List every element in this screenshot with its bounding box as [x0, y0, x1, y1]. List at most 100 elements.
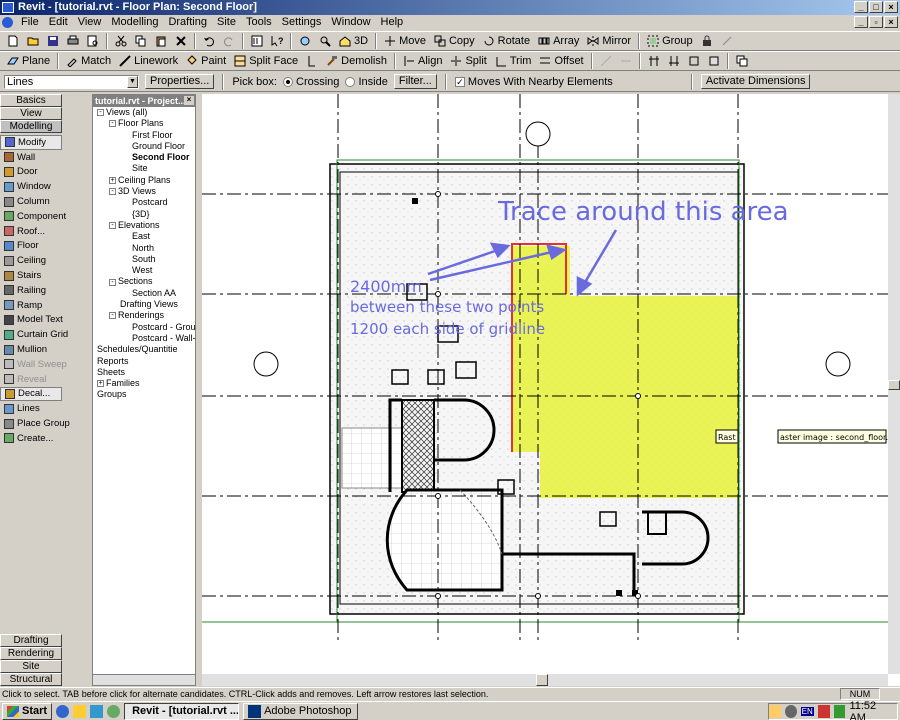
design-tool-decal[interactable]: Decal... — [0, 386, 62, 402]
tree-item[interactable]: South — [93, 254, 195, 265]
design-tool-door[interactable]: Door — [0, 165, 62, 180]
menu-edit[interactable]: Edit — [44, 15, 73, 30]
window-title-bar[interactable]: Revit - [tutorial.rvt - Floor Plan: Seco… — [0, 0, 900, 15]
collapse-icon[interactable]: - — [109, 120, 116, 128]
tree-item[interactable]: Section AA — [93, 288, 195, 299]
grid-head-bubble-left[interactable] — [253, 351, 279, 377]
tab-view[interactable]: View — [0, 107, 62, 120]
language-indicator[interactable]: EN — [800, 707, 814, 716]
expand-icon[interactable]: + — [109, 176, 116, 184]
inside-option[interactable]: Inside — [345, 76, 388, 88]
drawing-area[interactable]: Trace around this area 2400mm between th… — [202, 94, 900, 686]
design-tool-roof[interactable]: Roof... — [0, 224, 62, 239]
3d-view-button[interactable]: 3D — [336, 33, 371, 50]
tree-item[interactable]: Postcard - Grou — [93, 322, 196, 333]
grid-tool-3-button[interactable] — [685, 53, 703, 70]
ie-icon[interactable] — [56, 704, 70, 718]
start-button[interactable]: Start — [2, 702, 53, 720]
collapse-icon[interactable]: - — [109, 278, 116, 286]
tree-item[interactable]: {3D} — [93, 209, 195, 220]
revit-taskbar-button[interactable]: Revit - [tutorial.rvt ... — [124, 702, 240, 720]
linework-button[interactable]: Linework — [116, 53, 181, 70]
project-browser-title-bar[interactable]: tutorial.rvt - Project... × — [93, 95, 195, 107]
sync-icon[interactable] — [833, 705, 846, 718]
design-tool-place-group[interactable]: Place Group — [0, 416, 70, 431]
print-button[interactable] — [64, 33, 82, 50]
design-tool-wall-sweep[interactable]: Wall Sweep — [0, 357, 67, 372]
design-tool-floor[interactable]: Floor — [0, 239, 62, 254]
antivirus-icon[interactable] — [817, 705, 830, 718]
grid-tool-4-button[interactable] — [705, 53, 723, 70]
tree-item[interactable]: - Sections — [93, 276, 195, 287]
chevron-down-icon[interactable]: ▼ — [127, 75, 138, 88]
menu-settings[interactable]: Settings — [277, 15, 327, 30]
design-tool-ramp[interactable]: Ramp — [0, 298, 62, 313]
copy-clip-button[interactable] — [132, 33, 150, 50]
open-button[interactable] — [24, 33, 42, 50]
type-selector[interactable]: Lines ▼ — [4, 74, 139, 89]
menu-tools[interactable]: Tools — [241, 15, 277, 30]
tree-item[interactable]: + Ceiling Plans — [93, 175, 195, 186]
design-tool-mullion[interactable]: Mullion — [0, 342, 62, 357]
new-button[interactable] — [4, 33, 22, 50]
moves-with-nearby-checkbox[interactable]: ✓ — [454, 76, 465, 87]
rotate-pick-button[interactable] — [617, 53, 635, 70]
tree-item[interactable]: + Families — [93, 378, 195, 389]
speaker-icon[interactable] — [784, 705, 797, 718]
thin-lines-button[interactable] — [248, 33, 266, 50]
tab-site[interactable]: Site — [0, 660, 62, 673]
tree-item[interactable]: East — [93, 231, 195, 242]
group-button[interactable]: Group — [644, 33, 696, 50]
trim-button[interactable]: Trim — [492, 53, 535, 70]
revit-app-icon[interactable] — [2, 2, 14, 13]
collapse-icon[interactable]: - — [109, 312, 116, 320]
delete-button[interactable] — [172, 33, 190, 50]
vertical-scroll-thumb[interactable] — [888, 380, 900, 390]
save-button[interactable] — [44, 33, 62, 50]
design-tool-modify[interactable]: Modify — [0, 135, 62, 150]
rotate-button[interactable]: Rotate — [480, 33, 533, 50]
demolish-button[interactable]: Demolish — [323, 53, 390, 70]
tree-item[interactable]: Sheets — [93, 367, 195, 378]
menu-modelling[interactable]: Modelling — [106, 15, 163, 30]
tree-item[interactable]: Second Floor — [93, 152, 195, 163]
show-desktop-icon[interactable] — [90, 704, 104, 718]
tree-item[interactable]: Ground Floor — [93, 141, 195, 152]
tree-item[interactable]: Reports — [93, 356, 195, 367]
doc-close-button[interactable]: × — [884, 16, 898, 28]
copy-button[interactable]: Copy — [431, 33, 478, 50]
design-tool-stairs[interactable]: Stairs — [0, 268, 62, 283]
activate-dimensions-button[interactable]: Activate Dimensions — [700, 74, 811, 89]
properties-button[interactable]: Properties... — [145, 74, 215, 89]
tab-basics[interactable]: Basics — [0, 94, 62, 107]
menu-drafting[interactable]: Drafting — [163, 15, 212, 30]
menu-help[interactable]: Help — [376, 15, 409, 30]
network-icon[interactable] — [769, 705, 781, 718]
collapse-icon[interactable]: - — [97, 109, 104, 117]
collapse-icon[interactable]: - — [109, 188, 116, 196]
collapse-icon[interactable]: - — [109, 222, 116, 230]
copy-clipboard-tool-button[interactable] — [733, 53, 751, 70]
photoshop-taskbar-button[interactable]: Adobe Photoshop — [243, 702, 359, 720]
document-icon[interactable] — [2, 17, 13, 28]
design-tool-lines[interactable]: Lines — [0, 401, 62, 416]
horizontal-scroll-thumb[interactable] — [536, 674, 548, 686]
design-tool-component[interactable]: Component — [0, 209, 66, 224]
grid-head-bubble-right[interactable] — [825, 351, 851, 377]
tree-item[interactable]: First Floor — [93, 130, 195, 141]
crossing-radio[interactable] — [282, 76, 293, 87]
minimize-button[interactable]: _ — [854, 1, 868, 13]
print-preview-button[interactable] — [84, 33, 102, 50]
plane-button[interactable]: Plane — [4, 53, 53, 70]
design-tool-model-text[interactable]: Model Text — [0, 313, 63, 328]
zoom-button[interactable] — [316, 33, 334, 50]
design-tool-create[interactable]: Create... — [0, 431, 62, 446]
split-button[interactable]: Split — [447, 53, 489, 70]
maximize-button[interactable]: □ — [869, 1, 883, 13]
cut-geometry-button[interactable] — [303, 53, 321, 70]
moves-with-nearby-option[interactable]: ✓ Moves With Nearby Elements — [454, 76, 613, 88]
align-button[interactable]: Align — [400, 53, 445, 70]
browser-horizontal-scrollbar[interactable] — [93, 674, 195, 685]
media-icon[interactable] — [107, 704, 121, 718]
filter-button[interactable]: Filter... — [393, 74, 437, 89]
